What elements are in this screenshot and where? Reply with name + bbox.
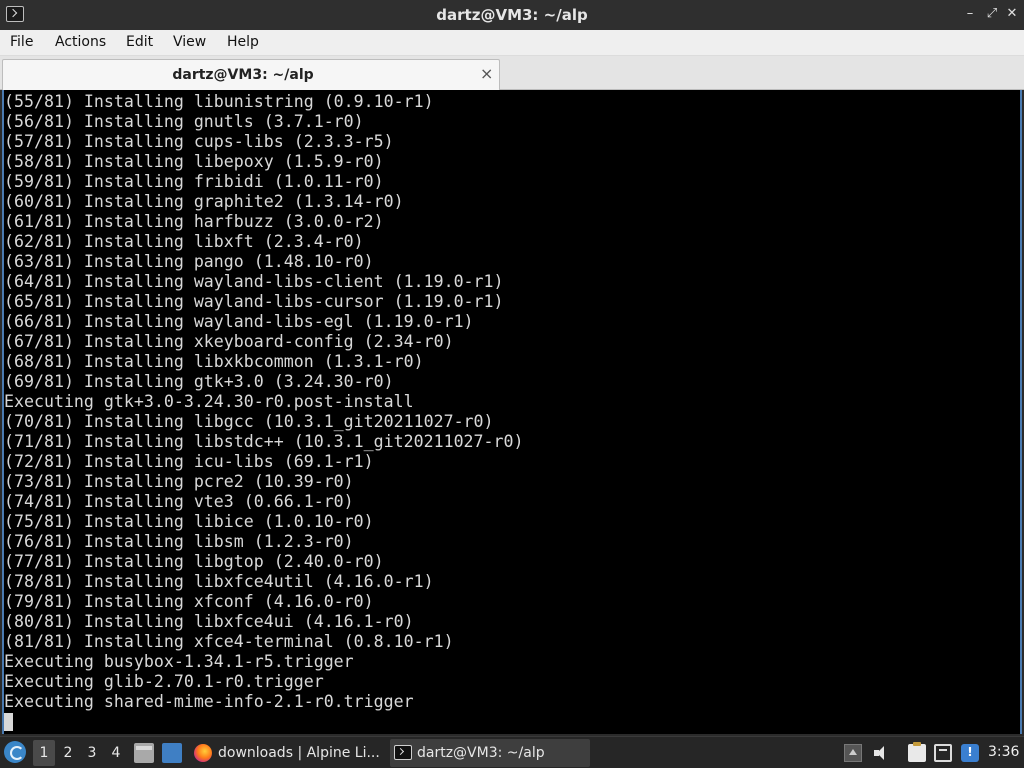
terminal-line: (69/81) Installing gtk+3.0 (3.24.30-r0)	[4, 372, 394, 391]
terminal-line: Executing shared-mime-info-2.1-r0.trigge…	[4, 692, 414, 711]
terminal-line: (74/81) Installing vte3 (0.66.1-r0)	[4, 492, 354, 511]
terminal-line: (64/81) Installing wayland-libs-client (…	[4, 272, 504, 291]
alpine-menu-icon[interactable]	[4, 741, 26, 763]
terminal-lines: (55/81) Installing libunistring (0.9.10-…	[4, 92, 524, 732]
firefox-icon	[194, 744, 212, 762]
terminal-line: (62/81) Installing libxft (2.3.4-r0)	[4, 232, 364, 251]
workspace-4[interactable]: 4	[105, 740, 127, 766]
terminal-line: (59/81) Installing fribidi (1.0.11-r0)	[4, 172, 384, 191]
minimize-button[interactable]: –	[960, 4, 980, 24]
menu-file[interactable]: File	[10, 34, 33, 50]
menu-actions[interactable]: Actions	[55, 34, 106, 50]
terminal-line: (77/81) Installing libgtop (2.40.0-r0)	[4, 552, 384, 571]
terminal-line: (78/81) Installing libxfce4util (4.16.0-…	[4, 572, 434, 591]
task-firefox[interactable]: downloads | Alpine Li...	[190, 739, 386, 767]
terminal-line: (75/81) Installing libice (1.0.10-r0)	[4, 512, 374, 531]
tab-label: dartz@VM3: ~/alp	[172, 67, 314, 83]
terminal-line: (57/81) Installing cups-libs (2.3.3-r5)	[4, 132, 394, 151]
terminal-line: (68/81) Installing libxkbcommon (1.3.1-r…	[4, 352, 424, 371]
terminal-line: (56/81) Installing gnutls (3.7.1-r0)	[4, 112, 364, 131]
tab-close-icon[interactable]: ×	[480, 64, 493, 83]
terminal-line: (67/81) Installing xkeyboard-config (2.3…	[4, 332, 454, 351]
terminal-line: Executing busybox-1.34.1-r5.trigger	[4, 652, 354, 671]
taskbar: 1 2 3 4 downloads | Alpine Li... dartz@V…	[0, 736, 1024, 768]
terminal-line: (70/81) Installing libgcc (10.3.1_git202…	[4, 412, 494, 431]
task-terminal-label: dartz@VM3: ~/alp	[417, 745, 545, 761]
terminal-line: (72/81) Installing icu-libs (69.1-r1)	[4, 452, 374, 471]
menu-bar: File Actions Edit View Help	[0, 30, 1024, 56]
terminal-line: (73/81) Installing pcre2 (10.39-r0)	[4, 472, 354, 491]
clock[interactable]: 3:36	[988, 744, 1019, 760]
terminal-line: (80/81) Installing libxfce4ui (4.16.1-r0…	[4, 612, 414, 631]
workspace-1[interactable]: 1	[33, 740, 55, 766]
terminal-line: Executing glib-2.70.1-r0.trigger	[4, 672, 324, 691]
notification-icon[interactable]	[961, 744, 979, 762]
tray-arrow-icon[interactable]	[844, 744, 862, 762]
maximize-button[interactable]: ⤢	[982, 4, 1002, 24]
menu-edit[interactable]: Edit	[126, 34, 153, 50]
terminal-line: (76/81) Installing libsm (1.2.3-r0)	[4, 532, 354, 551]
close-window-button[interactable]: ✕	[1002, 4, 1022, 24]
terminal-line: (61/81) Installing harfbuzz (3.0.0-r2)	[4, 212, 384, 231]
terminal-tab[interactable]: dartz@VM3: ~/alp ×	[2, 59, 500, 90]
task-firefox-label: downloads | Alpine Li...	[218, 745, 380, 761]
volume-icon[interactable]	[872, 744, 890, 762]
terminal-line: Executing gtk+3.0-3.24.30-r0.post-instal…	[4, 392, 414, 411]
terminal-line: (55/81) Installing libunistring (0.9.10-…	[4, 92, 434, 111]
terminal-line: (81/81) Installing xfce4-terminal (0.8.1…	[4, 632, 454, 651]
show-desktop-icon[interactable]	[162, 743, 182, 763]
menu-help[interactable]: Help	[227, 34, 259, 50]
terminal-prompt-line[interactable]	[4, 712, 524, 732]
terminal-icon	[394, 745, 412, 760]
terminal-cursor	[4, 713, 13, 731]
file-manager-icon[interactable]	[134, 743, 154, 763]
terminal-line: (58/81) Installing libepoxy (1.5.9-r0)	[4, 152, 384, 171]
tab-bar: dartz@VM3: ~/alp ×	[0, 56, 1024, 90]
network-icon[interactable]	[934, 744, 952, 762]
window-titlebar[interactable]: dartz@VM3: ~/alp – ⤢ ✕	[0, 0, 1024, 30]
terminal-line: (60/81) Installing graphite2 (1.3.14-r0)	[4, 192, 404, 211]
terminal-line: (66/81) Installing wayland-libs-egl (1.1…	[4, 312, 474, 331]
terminal-line: (65/81) Installing wayland-libs-cursor (…	[4, 292, 504, 311]
window-title: dartz@VM3: ~/alp	[436, 6, 588, 24]
workspace-2[interactable]: 2	[57, 740, 79, 766]
terminal-line: (71/81) Installing libstdc++ (10.3.1_git…	[4, 432, 524, 451]
task-terminal[interactable]: dartz@VM3: ~/alp	[390, 739, 590, 767]
menu-view[interactable]: View	[173, 34, 206, 50]
terminal-line: (79/81) Installing xfconf (4.16.0-r0)	[4, 592, 374, 611]
clipboard-icon[interactable]	[908, 742, 926, 762]
workspace-3[interactable]: 3	[81, 740, 103, 766]
terminal-output[interactable]: (55/81) Installing libunistring (0.9.10-…	[2, 90, 1022, 734]
terminal-line: (63/81) Installing pango (1.48.10-r0)	[4, 252, 374, 271]
